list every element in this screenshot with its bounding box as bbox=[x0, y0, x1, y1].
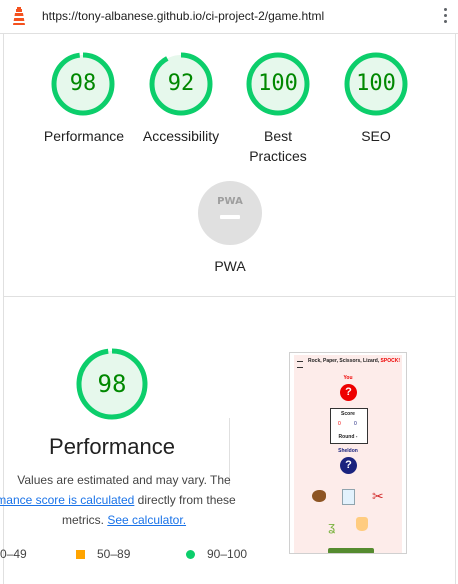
red-question-icon: ? bbox=[340, 384, 357, 401]
legend-pass: 90–100 bbox=[186, 547, 247, 561]
thumb-score-right: 0 bbox=[354, 421, 357, 427]
performance-description: Values are estimated and may vary. The r… bbox=[0, 470, 248, 530]
gauge-accessibility[interactable]: 92 bbox=[149, 52, 213, 116]
thumb-title-text: Rock, Paper, Scissors, Lizard, bbox=[308, 358, 381, 364]
address-bar: https://tony-albanese.github.io/ci-proje… bbox=[0, 0, 458, 34]
pwa-badge-text: PWA bbox=[217, 196, 243, 207]
see-calculator-link[interactable]: See calculator. bbox=[107, 513, 186, 527]
legend-fail-label: 0–49 bbox=[0, 547, 27, 561]
legend-average-label: 50–89 bbox=[97, 547, 131, 561]
thumb-round-label: Round - bbox=[338, 434, 358, 440]
square-icon bbox=[76, 550, 85, 559]
gauge-label-best-practices: Best Practices bbox=[249, 128, 307, 164]
thumb-score-label: Score bbox=[341, 411, 355, 417]
pwa-badge[interactable]: PWA bbox=[198, 181, 262, 245]
paper-icon bbox=[342, 489, 355, 505]
pwa-icon: PWA bbox=[217, 196, 243, 219]
thumb-title: Rock, Paper, Scissors, Lizard, SPOCK! bbox=[308, 358, 400, 364]
legend-average: 50–89 bbox=[76, 547, 130, 561]
gauge-best-practices[interactable]: 100 bbox=[246, 52, 310, 116]
thumb-sheldon-label: Sheldon bbox=[338, 448, 358, 454]
thumb-button bbox=[328, 548, 374, 553]
gauge-label-seo: SEO bbox=[361, 128, 391, 144]
gauge-label-performance: Performance bbox=[43, 128, 125, 144]
spock-icon bbox=[356, 517, 368, 531]
thumbnail-page: Rock, Paper, Scissors, Lizard, SPOCK! Yo… bbox=[294, 355, 402, 553]
gauge-score: 100 bbox=[258, 71, 298, 96]
legend-fail: 0–49 bbox=[0, 547, 27, 561]
performance-detail-title: Performance bbox=[49, 434, 175, 459]
gauge-score: 92 bbox=[167, 71, 195, 96]
thumb-you-label: You bbox=[343, 375, 353, 381]
gauge-score: 100 bbox=[356, 71, 396, 96]
page-url[interactable]: https://tony-albanese.github.io/ci-proje… bbox=[42, 9, 324, 23]
thumb-title-highlight: SPOCK! bbox=[380, 358, 400, 364]
gauge-label-accessibility: Accessibility bbox=[142, 128, 220, 144]
section-divider bbox=[4, 296, 455, 297]
performance-score-link[interactable]: rmance score is calculated bbox=[0, 493, 134, 507]
hamburger-icon bbox=[297, 361, 303, 368]
thumb-score-left: 0 bbox=[338, 421, 341, 427]
more-options-icon[interactable] bbox=[440, 8, 450, 26]
pwa-label: PWA bbox=[214, 258, 246, 274]
scissors-icon: ✂ bbox=[372, 488, 384, 504]
desc-line1: Values are estimated and may vary. The bbox=[17, 473, 231, 487]
lighthouse-icon bbox=[13, 7, 25, 25]
lizard-icon: ʓ bbox=[328, 519, 336, 534]
gauge-score: 98 bbox=[69, 71, 97, 96]
performance-detail-score: 98 bbox=[97, 370, 127, 398]
panel-border-right bbox=[455, 34, 456, 584]
page-screenshot-thumbnail[interactable]: Rock, Paper, Scissors, Lizard, SPOCK! Yo… bbox=[289, 352, 407, 554]
desc-line3: metrics. bbox=[61, 513, 108, 527]
desc-line2: directly from these bbox=[134, 493, 236, 507]
legend-pass-label: 90–100 bbox=[207, 547, 248, 561]
rock-icon bbox=[312, 490, 326, 502]
gauge-performance[interactable]: 98 bbox=[51, 52, 115, 116]
performance-detail-gauge: 98 bbox=[76, 348, 148, 420]
circle-icon bbox=[186, 550, 195, 559]
blue-question-icon: ? bbox=[340, 457, 357, 474]
gauge-seo[interactable]: 100 bbox=[344, 52, 408, 116]
